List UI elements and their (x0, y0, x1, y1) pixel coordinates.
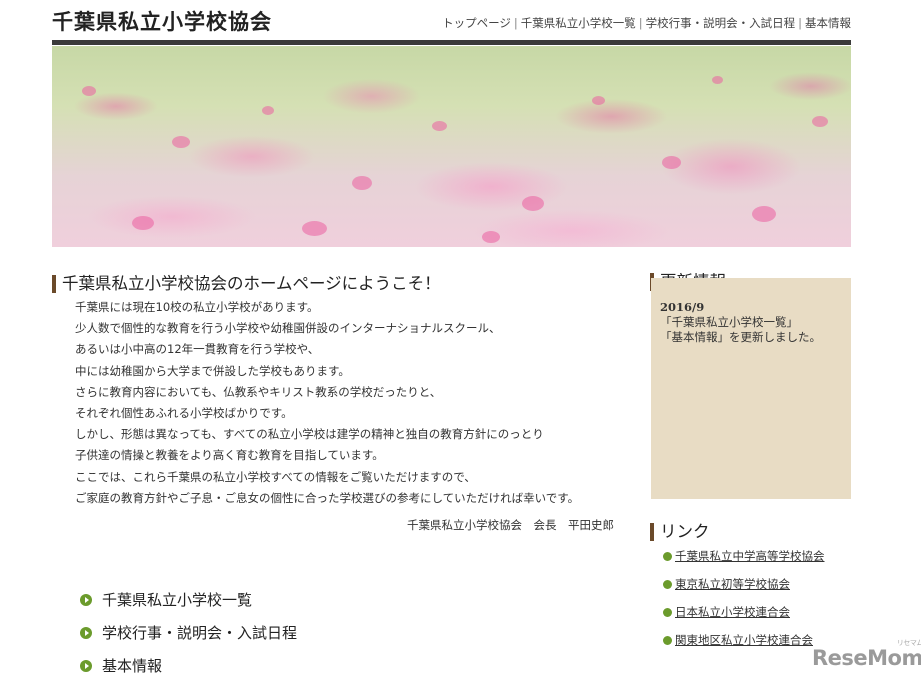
main-link-school-list[interactable]: 千葉県私立小学校一覧 (80, 583, 297, 616)
bullet-dot-icon (663, 635, 672, 645)
arrow-right-icon (80, 659, 92, 672)
welcome-line: それぞれ個性あふれる小学校ばかりです。 (75, 406, 293, 421)
bullet-dot-icon (663, 551, 672, 561)
president-signature: 千葉県私立小学校協会 会長 平田史郎 (407, 518, 614, 532)
news-text: 「千葉県私立小学校一覧」 「基本情報」を更新しました。 (660, 315, 821, 345)
welcome-line: さらに教育内容においても、仏教系やキリスト教系の学校だったりと、 (75, 384, 442, 399)
watermark-small-text: リセマム (896, 639, 921, 647)
side-link-tokyo-elementary[interactable]: 東京私立初等学校協会 (675, 576, 790, 592)
side-link-item[interactable]: 日本私立小学校連合会 (663, 598, 825, 626)
links-heading: リンク (650, 522, 710, 541)
resemom-watermark-logo: ReseMom リセマム (812, 639, 921, 670)
bullet-dot-icon (663, 607, 672, 617)
arrow-right-icon (80, 593, 92, 606)
nav-separator: | (513, 16, 518, 30)
side-link-kanto-elementary[interactable]: 関東地区私立小学校連合会 (675, 632, 813, 648)
main-links: 千葉県私立小学校一覧 学校行事・説明会・入試日程 基本情報 (80, 583, 297, 682)
nav-item-top[interactable]: トップページ (442, 15, 511, 31)
welcome-line: 中には幼稚園から大学まで併設した学校もあります。 (75, 363, 350, 378)
main-link-label: 千葉県私立小学校一覧 (102, 591, 253, 609)
news-line: 「基本情報」を更新しました。 (660, 330, 821, 344)
watermark-text: ReseMom (812, 646, 921, 670)
side-link-japan-elementary[interactable]: 日本私立小学校連合会 (675, 604, 790, 620)
arrow-right-icon (80, 626, 92, 639)
welcome-line: 千葉県には現在10校の私立小学校があります。 (75, 300, 319, 314)
main-link-events[interactable]: 学校行事・説明会・入試日程 (80, 616, 297, 649)
side-links: 千葉県私立中学高等学校協会 東京私立初等学校協会 日本私立小学校連合会 関東地区… (663, 542, 825, 654)
welcome-line: ここでは、これら千葉県の私立小学校すべての情報をご覧いただけますので、 (75, 469, 476, 484)
main-link-label: 学校行事・説明会・入試日程 (102, 624, 298, 642)
nav-item-basic-info[interactable]: 基本情報 (805, 15, 851, 31)
nav-item-school-list[interactable]: 千葉県私立小学校一覧 (521, 15, 636, 31)
top-nav: トップページ | 千葉県私立小学校一覧 | 学校行事・説明会・入試日程 | 基本… (442, 15, 851, 31)
main-link-basic-info[interactable]: 基本情報 (80, 649, 297, 682)
side-link-chiba-junior-senior[interactable]: 千葉県私立中学高等学校協会 (675, 548, 825, 564)
bullet-dot-icon (663, 579, 672, 589)
welcome-line: 子供達の情操と教養をより高く育む教育を目指しています。 (75, 448, 384, 463)
welcome-line: あるいは小中高の12年一貫教育を行う学校や、 (75, 342, 320, 357)
main-link-label: 基本情報 (102, 657, 163, 675)
site-title: 千葉県私立小学校協会 (52, 10, 272, 34)
welcome-line: ご家庭の教育方針やご子息・ご息女の個性に合った学校選びの参考にしていただければ幸… (75, 490, 580, 505)
welcome-heading: 千葉県私立小学校協会のホームページにようこそ！ (52, 274, 441, 293)
welcome-line: しかし、形態は異なっても、すべての私立小学校は建学の精神と独自の教育方針にのっと… (75, 427, 544, 442)
nav-separator: | (798, 16, 802, 30)
hero-image-cosmos-field (52, 46, 851, 247)
news-line: 「千葉県私立小学校一覧」 (660, 315, 798, 329)
welcome-line: 少人数で個性的な教育を行う小学校や幼稚園併設のインターナショナルスクール、 (75, 321, 501, 336)
side-link-item[interactable]: 東京私立初等学校協会 (663, 570, 825, 598)
nav-separator: | (638, 16, 643, 30)
side-link-item[interactable]: 千葉県私立中学高等学校協会 (663, 542, 825, 570)
side-link-item[interactable]: 関東地区私立小学校連合会 (663, 626, 825, 654)
nav-item-events[interactable]: 学校行事・説明会・入試日程 (646, 15, 796, 31)
header-divider (52, 40, 851, 45)
news-date: 2016/9 (660, 300, 705, 314)
welcome-message: 千葉県には現在10校の私立小学校があります。 少人数で個性的な教育を行う小学校や… (75, 297, 635, 509)
